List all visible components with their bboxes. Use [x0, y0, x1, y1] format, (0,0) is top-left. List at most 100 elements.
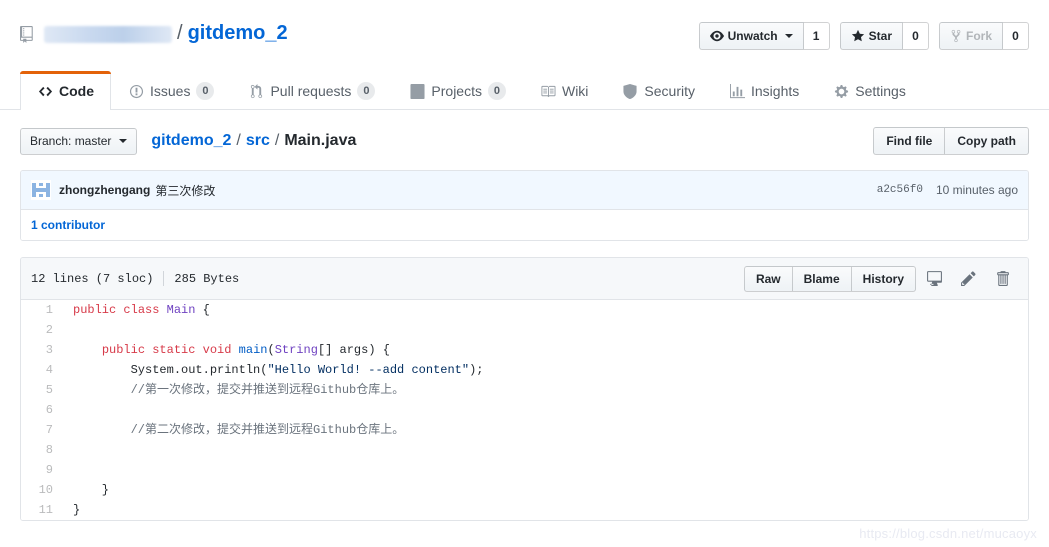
- book-icon: [540, 83, 556, 99]
- code-line-row: 9​: [21, 460, 1028, 480]
- find-file-button[interactable]: Find file: [873, 127, 946, 155]
- repo-owner-redacted[interactable]: [44, 25, 172, 43]
- code-line-row: 10 }: [21, 480, 1028, 500]
- code-line-row: 7 //第二次修改，提交并推送到远程Github仓库上。: [21, 420, 1028, 440]
- file-header-toolbar: 12 lines (7 sloc) 285 Bytes Raw Blame Hi…: [21, 258, 1028, 300]
- commit-timestamp: 10 minutes ago: [935, 183, 1018, 197]
- repo-path-separator: /: [177, 21, 183, 44]
- tab-pull-requests[interactable]: Pull requests 0: [231, 71, 392, 110]
- chevron-down-icon: [784, 34, 793, 38]
- file-lines-info: 12 lines (7 sloc): [31, 271, 154, 286]
- commit-row: zhongzhengang 第三次修改 a2c56f0 10 minutes a…: [21, 171, 1028, 210]
- file-path-toolbar: Branch: master gitdemo_2 / src / Main.ja…: [20, 126, 1029, 156]
- trash-icon[interactable]: [986, 266, 1018, 292]
- breadcrumb-dir-link[interactable]: src: [246, 132, 270, 150]
- commit-meta: a2c56f0 10 minutes ago: [877, 183, 1018, 197]
- repo-icon: [20, 25, 37, 43]
- tab-insights-label: Insights: [751, 83, 800, 99]
- commit-sha[interactable]: a2c56f0: [877, 184, 923, 196]
- breadcrumb-separator: /: [274, 132, 280, 149]
- tab-insights[interactable]: Insights: [712, 71, 816, 110]
- code-line-number[interactable]: 10: [21, 480, 63, 500]
- code-line-number[interactable]: 4: [21, 360, 63, 380]
- tab-issues-count: 0: [196, 82, 215, 100]
- file-info: 12 lines (7 sloc) 285 Bytes: [31, 271, 239, 286]
- tab-settings[interactable]: Settings: [816, 71, 923, 110]
- fork-icon: [950, 29, 962, 43]
- chevron-down-icon: [119, 139, 128, 143]
- repo-name-link[interactable]: gitdemo_2: [188, 21, 288, 46]
- code-line-content: //第二次修改，提交并推送到远程Github仓库上。: [73, 423, 405, 437]
- tab-code-label: Code: [59, 83, 94, 99]
- pencil-icon[interactable]: [952, 266, 984, 292]
- code-line-content: ​: [63, 320, 1028, 340]
- branch-selector-button[interactable]: Branch: master: [20, 127, 138, 155]
- file-action-buttons: Raw Blame History: [743, 265, 1018, 292]
- history-button[interactable]: History: [850, 265, 916, 292]
- repo-actions: Unwatch 1 Star 0 Fork 0: [698, 22, 1029, 50]
- tab-settings-label: Settings: [855, 83, 906, 99]
- code-line-number[interactable]: 9: [21, 460, 63, 480]
- blame-button[interactable]: Blame: [791, 265, 851, 292]
- code-line-content: public class Main {: [73, 303, 210, 317]
- fork-button[interactable]: Fork: [938, 22, 1003, 50]
- code-line-content: }: [73, 483, 110, 497]
- code-line-number[interactable]: 1: [21, 300, 63, 320]
- repo-nav-tabs: Code Issues 0 Pull requests 0 Projects 0: [20, 70, 923, 110]
- gear-icon: [833, 83, 849, 99]
- desktop-download-icon[interactable]: [918, 266, 950, 292]
- code-line-number[interactable]: 5: [21, 380, 63, 400]
- commit-author[interactable]: zhongzhengang: [59, 183, 150, 197]
- issue-opened-icon: [128, 83, 144, 99]
- code-line-row: 5 //第一次修改，提交并推送到远程Github仓库上。: [21, 380, 1028, 400]
- page-title: / gitdemo_2: [44, 21, 288, 46]
- raw-button[interactable]: Raw: [743, 265, 792, 292]
- unwatch-button[interactable]: Unwatch: [698, 22, 804, 50]
- breadcrumb: gitdemo_2 / src / Main.java: [151, 132, 356, 150]
- code-line-number[interactable]: 3: [21, 340, 63, 360]
- code-line-content: System.out.println("Hello World! --add c…: [73, 363, 484, 377]
- tab-issues[interactable]: Issues 0: [111, 71, 231, 110]
- file-box: 12 lines (7 sloc) 285 Bytes Raw Blame Hi…: [20, 257, 1029, 521]
- code-line-content: //第一次修改，提交并推送到远程Github仓库上。: [73, 383, 405, 397]
- code-line-row: 4 System.out.println("Hello World! --add…: [21, 360, 1028, 380]
- contributors-link[interactable]: 1 contributor: [31, 218, 105, 232]
- code-line-number[interactable]: 8: [21, 440, 63, 460]
- fork-label: Fork: [965, 29, 992, 43]
- fork-count[interactable]: 0: [1003, 22, 1029, 50]
- watch-count[interactable]: 1: [803, 22, 830, 50]
- tab-projects[interactable]: Projects 0: [392, 71, 523, 110]
- code-line-content: ​: [63, 440, 1028, 460]
- tab-pull-requests-count: 0: [357, 82, 376, 100]
- git-pull-request-icon: [248, 83, 264, 99]
- file-view-button-group: Raw Blame History: [743, 265, 916, 292]
- repo-header: / gitdemo_2 Unwatch 1 Star 0 Fork 0 Code…: [0, 0, 1049, 110]
- fork-button-group: Fork 0: [938, 22, 1029, 50]
- avatar[interactable]: [31, 180, 51, 200]
- star-icon: [851, 29, 865, 43]
- watermark: https://blog.csdn.net/mucaoyx: [859, 526, 1037, 541]
- tab-security[interactable]: Security: [605, 71, 712, 110]
- code-line-row: 8​: [21, 440, 1028, 460]
- watch-button-group: Unwatch 1: [698, 22, 830, 50]
- code-viewer: 1public class Main {2​3 public static vo…: [21, 300, 1028, 520]
- copy-path-button[interactable]: Copy path: [945, 127, 1029, 155]
- star-count[interactable]: 0: [902, 22, 929, 50]
- code-line-number[interactable]: 11: [21, 500, 63, 520]
- star-button[interactable]: Star: [839, 22, 903, 50]
- code-table: 1public class Main {2​3 public static vo…: [21, 300, 1028, 520]
- code-line-number[interactable]: 2: [21, 320, 63, 340]
- breadcrumb-filename: Main.java: [284, 132, 357, 149]
- breadcrumb-separator: /: [236, 132, 241, 149]
- tab-wiki[interactable]: Wiki: [523, 71, 605, 110]
- code-line-number[interactable]: 7: [21, 420, 63, 440]
- shield-icon: [622, 83, 638, 99]
- code-line-row: 2​: [21, 320, 1028, 340]
- breadcrumb-repo-link[interactable]: gitdemo_2: [151, 132, 231, 150]
- graph-icon: [729, 83, 745, 99]
- code-icon: [37, 83, 53, 99]
- tab-code[interactable]: Code: [20, 71, 111, 110]
- commit-message[interactable]: 第三次修改: [155, 182, 215, 199]
- file-size: 285 Bytes: [174, 271, 240, 286]
- code-line-number[interactable]: 6: [21, 400, 63, 420]
